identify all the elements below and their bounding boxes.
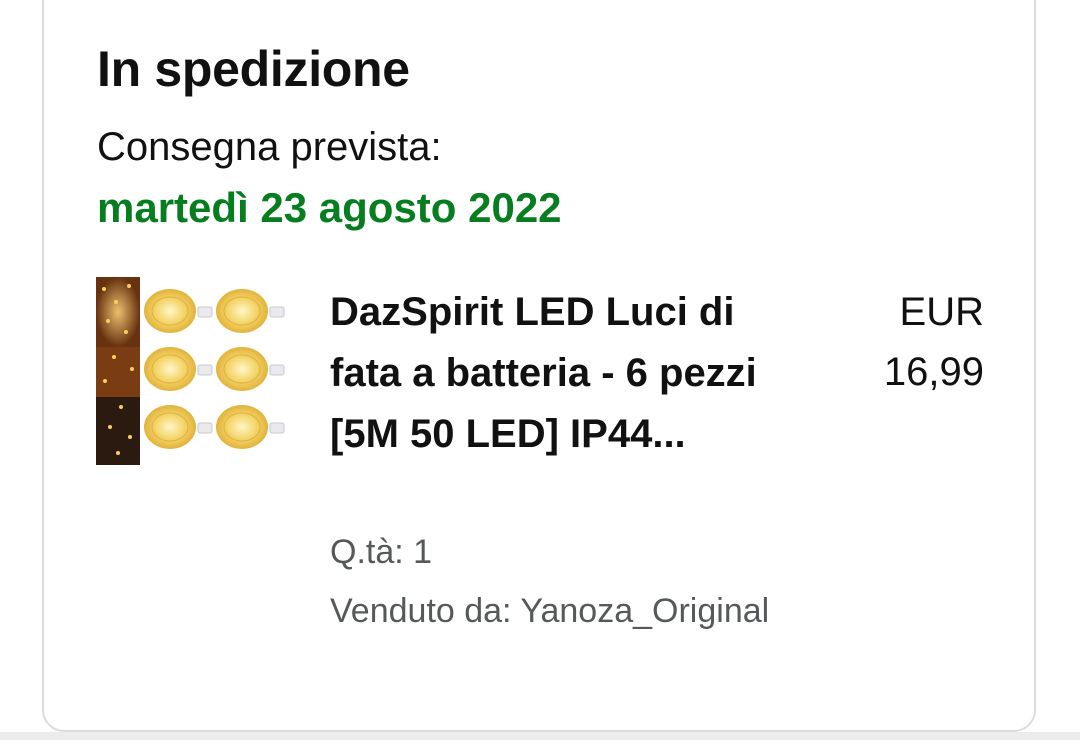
delivery-label: Consegna prevista: [97, 125, 442, 169]
delivery-date: martedì 23 agosto 2022 [97, 184, 562, 231]
seller-info: Venduto da: Yanoza_Original [330, 592, 770, 630]
price-currency: EUR [899, 290, 984, 334]
quantity: Q.tà: 1 [330, 533, 433, 571]
product-title[interactable]: DazSpirit LED Luci di fata a batteria - … [330, 282, 790, 465]
product-image[interactable] [96, 277, 286, 465]
shipment-status: In spedizione [97, 41, 410, 97]
product-price: EUR 16,99 [884, 282, 984, 402]
divider [0, 732, 1080, 740]
fairy-lights-icon [96, 277, 285, 465]
price-value: 16,99 [883, 350, 984, 394]
